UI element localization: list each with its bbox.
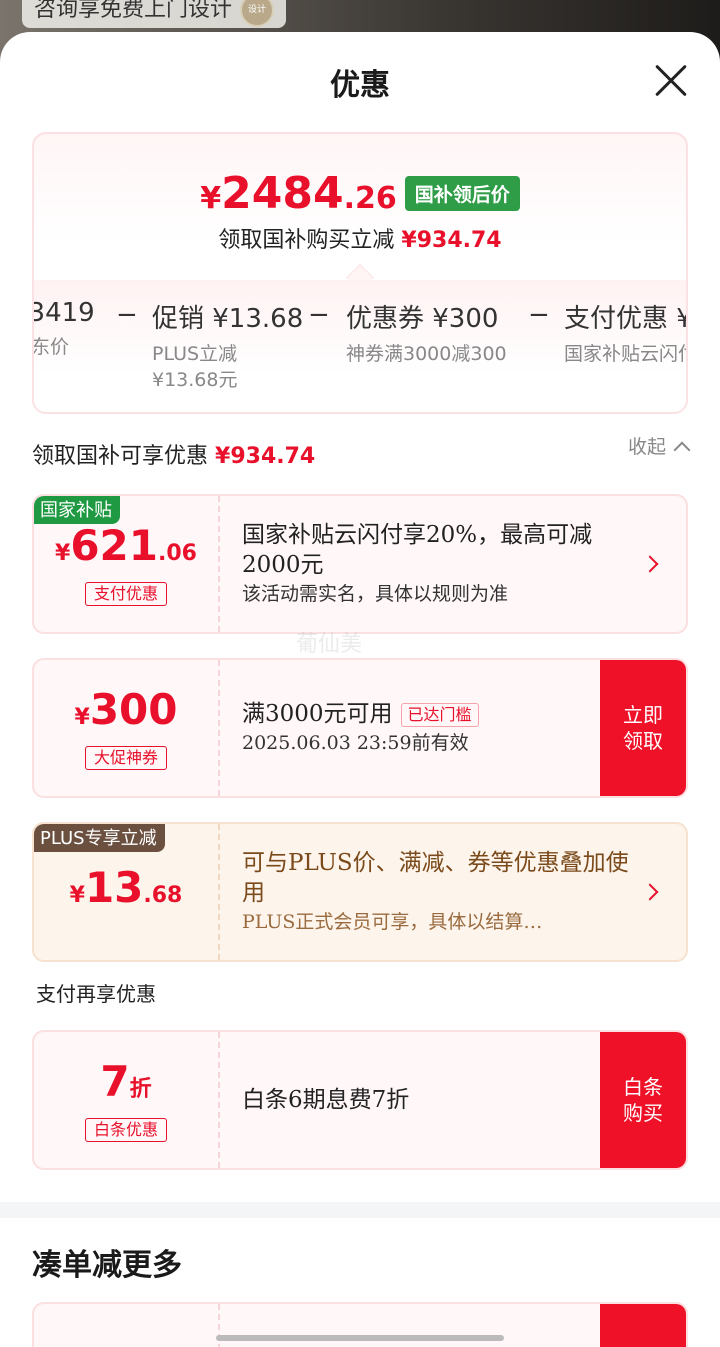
breakdown-item: 促销 ¥13.68 PLUS立减 ¥13.68元 xyxy=(152,304,304,391)
section-title: 领取国补可享优惠 ¥934.74 xyxy=(32,444,316,469)
seal-icon: 设计 xyxy=(240,0,275,27)
home-indicator xyxy=(216,1335,504,1341)
pay-section-title: 支付再享优惠 xyxy=(36,982,156,1006)
breakdown-item: 支付优惠 ¥621.06 国家补贴云闪付 xyxy=(564,304,688,365)
breakdown-item: ¥3419 京东价 xyxy=(32,298,95,358)
card-note: PLUS正式会员可享，具体以结算… xyxy=(242,911,543,933)
coupon-card: ¥300 大促神券 满3000元可用 已达门槛 2025.06.03 23:59前… xyxy=(32,658,688,798)
plus-card[interactable]: PLUS专享立减 ¥13.68 可与PLUS价、满减、券等优惠叠加使用 PLUS… xyxy=(32,822,688,962)
card-note: 该活动需实名，具体以规则为准 xyxy=(242,583,509,605)
card-title: 满3000元可用 已达门槛 xyxy=(242,699,612,729)
price-tag: 国补领后价 xyxy=(404,176,520,211)
discount-amount: ¥13.68 xyxy=(69,863,183,912)
backdrop-banner-text: 咨询享免费上门设计 xyxy=(34,0,233,22)
chevron-right-icon[interactable] xyxy=(641,883,659,901)
minus-icon: − xyxy=(116,300,138,330)
baitiao-buy-button[interactable]: 白条购买 xyxy=(600,1032,686,1168)
backdrop-banner: 咨询享免费上门设计 设计 xyxy=(22,0,287,28)
discount-amount: 7折 xyxy=(100,1057,152,1106)
partial-card-button[interactable] xyxy=(600,1304,686,1347)
claim-coupon-button[interactable]: 立即领取 xyxy=(600,660,686,796)
sheet-title: 优惠 xyxy=(330,68,390,103)
minus-icon: − xyxy=(308,300,330,330)
section-header: 领取国补可享优惠 ¥934.74 收起 xyxy=(32,436,691,472)
discount-type-pill: 大促神券 xyxy=(84,746,167,770)
more-section-title: 凑单减更多 xyxy=(32,1248,182,1283)
discount-amount: ¥300 xyxy=(74,685,178,734)
chevron-right-icon[interactable] xyxy=(641,555,659,573)
subsidy-card[interactable]: 国家补贴 ¥621.06 支付优惠 国家补贴云闪付享20%，最高可减2000元 … xyxy=(32,494,688,634)
price-breakdown: ¥3419 京东价 − 促销 ¥13.68 PLUS立减 ¥13.68元 − 优… xyxy=(32,280,688,412)
discount-sheet: 优惠 ¥2484.26 国补领后价 领取国补购买立减 ¥934.74 ¥3419… xyxy=(0,32,720,1347)
card-title: 国家补贴云闪付享20%，最高可减2000元 xyxy=(242,522,593,578)
card-title: 可与PLUS价、满减、券等优惠叠加使用 xyxy=(242,850,629,906)
threshold-badge: 已达门槛 xyxy=(400,703,479,727)
final-price: ¥2484.26 xyxy=(200,168,397,219)
close-icon[interactable] xyxy=(654,64,688,98)
discount-type-pill: 白条优惠 xyxy=(84,1118,167,1142)
chevron-up-icon xyxy=(673,441,691,458)
summary-subtitle: 领取国补购买立减 ¥934.74 xyxy=(218,228,502,253)
corner-tag: PLUS专享立减 xyxy=(34,824,165,852)
discount-amount: ¥621.06 xyxy=(55,521,197,570)
price-summary: ¥2484.26 国补领后价 领取国补购买立减 ¥934.74 ¥3419 京东… xyxy=(32,132,688,414)
minus-icon: − xyxy=(528,300,550,330)
corner-tag: 国家补贴 xyxy=(34,496,120,524)
baitiao-card: 7折 白条优惠 白条6期息费7折 白条购买 xyxy=(32,1030,688,1170)
collapse-button[interactable]: 收起 xyxy=(628,432,691,459)
discount-type-pill: 支付优惠 xyxy=(84,582,167,606)
breakdown-item: 优惠券 ¥300 神券满3000减300 xyxy=(346,304,507,365)
card-note: 2025.06.03 23:59前有效 xyxy=(242,732,469,754)
card-title: 白条6期息费7折 xyxy=(242,1087,410,1113)
watermark: 葡仙美 xyxy=(296,632,363,657)
